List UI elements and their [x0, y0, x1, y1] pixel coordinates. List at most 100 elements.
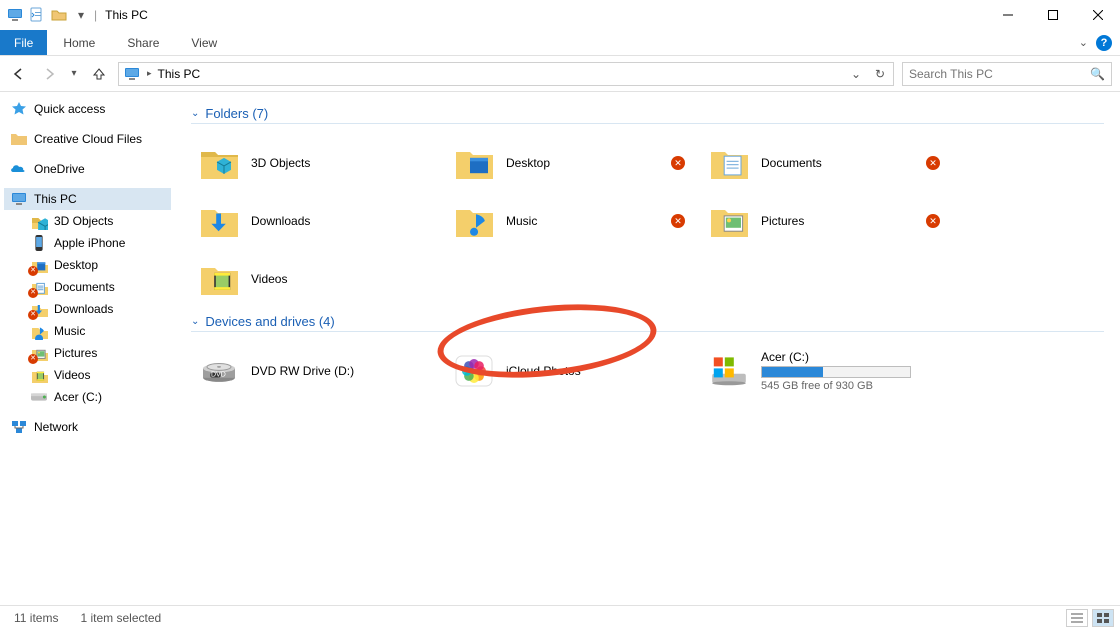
up-button[interactable] [88, 63, 110, 85]
photos-icon [452, 349, 496, 393]
sidebar-label: Network [34, 420, 78, 434]
search-box[interactable]: 🔍 [902, 62, 1112, 86]
navigation-row: ▾ ▸ This PC ⌄ ↻ 🔍 [0, 56, 1120, 92]
tile-label: Downloads [251, 214, 310, 228]
new-folder-icon[interactable] [50, 6, 68, 24]
properties-icon[interactable] [28, 6, 46, 24]
error-badge-icon: ✕ [926, 214, 940, 228]
large-icons-view-button[interactable] [1092, 609, 1114, 627]
main-area: Quick access Creative Cloud Files OneDri… [0, 92, 1120, 605]
tile-subtext: 545 GB free of 930 GB [761, 380, 911, 392]
search-input[interactable] [909, 67, 1090, 81]
sidebar-item-pictures[interactable]: ✕Pictures [4, 342, 171, 364]
back-button[interactable] [8, 63, 30, 85]
tile-label: Documents [761, 156, 822, 170]
file-tab[interactable]: File [0, 30, 47, 55]
device-tile-icloud-photos[interactable]: iCloud Photos [446, 342, 701, 400]
titlebar-divider: | [94, 8, 97, 22]
documents-icon [707, 141, 751, 185]
window-controls [985, 0, 1120, 30]
folder-tile-music[interactable]: Music ✕ [446, 192, 701, 250]
tile-label: Desktop [506, 156, 550, 170]
status-selected: 1 item selected [80, 611, 161, 625]
error-badge-icon: ✕ [926, 156, 940, 170]
close-button[interactable] [1075, 0, 1120, 30]
tile-label: Acer (C:) [761, 350, 911, 364]
sidebar-item-creative-cloud[interactable]: Creative Cloud Files [4, 128, 171, 150]
folder-tile-videos[interactable]: Videos [191, 250, 446, 308]
tab-view[interactable]: View [175, 30, 233, 55]
group-title: Folders (7) [205, 106, 268, 121]
desktop-icon [452, 141, 496, 185]
sidebar-item-onedrive[interactable]: OneDrive [4, 158, 171, 180]
ribbon-collapse-icon[interactable]: ⌄ [1079, 36, 1088, 49]
videos-icon [197, 257, 241, 301]
device-tile-acer-c-[interactable]: Acer (C:) 545 GB free of 930 GB [701, 342, 956, 400]
group-header-folders[interactable]: ⌄ Folders (7) [191, 106, 1104, 124]
sidebar-item-quick-access[interactable]: Quick access [4, 98, 171, 120]
address-bar[interactable]: ▸ This PC ⌄ ↻ [118, 62, 894, 86]
sidebar-item-music[interactable]: Music [4, 320, 171, 342]
folder-icon [10, 130, 28, 148]
music-icon [30, 322, 48, 340]
tile-label: iCloud Photos [506, 364, 581, 378]
sidebar-item-3d-objects[interactable]: 3D Objects [4, 210, 171, 232]
star-icon [10, 100, 28, 118]
group-header-devices[interactable]: ⌄ Devices and drives (4) [191, 314, 1104, 332]
recent-locations-button[interactable]: ▾ [68, 63, 80, 85]
tile-label: Music [506, 214, 537, 228]
address-chevron-icon[interactable]: ▸ [147, 68, 152, 79]
error-badge-icon: ✕ [671, 214, 685, 228]
onedrive-icon [10, 160, 28, 178]
quick-access-toolbar: ▾ | This PC [0, 6, 148, 24]
group-title: Devices and drives (4) [205, 314, 334, 329]
address-path: This PC [158, 67, 841, 81]
folder-tile-downloads[interactable]: Downloads [191, 192, 446, 250]
folder-tile-3d-objects[interactable]: 3D Objects [191, 134, 446, 192]
details-view-button[interactable] [1066, 609, 1088, 627]
chevron-down-icon: ⌄ [191, 316, 199, 327]
folder-tile-pictures[interactable]: Pictures✕ [701, 192, 956, 250]
minimize-button[interactable] [985, 0, 1030, 30]
tile-label: Videos [251, 272, 287, 286]
thispc-icon [6, 6, 24, 24]
sidebar-label: Downloads [54, 302, 113, 316]
3d-icon [30, 212, 48, 230]
help-icon[interactable]: ? [1096, 35, 1112, 51]
sidebar-label: Apple iPhone [54, 236, 125, 250]
drive-capacity-bar [761, 366, 911, 378]
sidebar-item-apple-iphone[interactable]: Apple iPhone [4, 232, 171, 254]
sidebar-item-downloads[interactable]: ✕ Downloads [4, 298, 171, 320]
tab-share[interactable]: Share [111, 30, 175, 55]
sidebar-item-network[interactable]: Network [4, 416, 171, 438]
sidebar-label: Quick access [34, 102, 105, 116]
winhdd-icon [707, 349, 751, 393]
tab-home[interactable]: Home [47, 30, 111, 55]
refresh-button[interactable]: ↻ [871, 67, 889, 81]
tile-label: 3D Objects [251, 156, 310, 170]
folder-tile-desktop[interactable]: Desktop✕ [446, 134, 701, 192]
chevron-down-icon[interactable]: ▾ [72, 6, 90, 24]
3d-icon [197, 141, 241, 185]
sidebar-label: Documents [54, 280, 115, 294]
dvd-icon: DVD [197, 349, 241, 393]
folder-tile-documents[interactable]: Documents ✕ [701, 134, 956, 192]
downloads-icon: ✕ [30, 300, 48, 318]
chevron-down-icon: ⌄ [191, 108, 199, 119]
documents-icon: ✕ [30, 278, 48, 296]
sidebar-item-desktop[interactable]: ✕Desktop [4, 254, 171, 276]
navigation-pane: Quick access Creative Cloud Files OneDri… [0, 92, 175, 605]
sidebar-item-this-pc[interactable]: This PC [4, 188, 171, 210]
address-dropdown-icon[interactable]: ⌄ [847, 67, 865, 81]
sidebar-label: Music [54, 324, 85, 338]
maximize-button[interactable] [1030, 0, 1075, 30]
sidebar-item-acer-c-[interactable]: Acer (C:) [4, 386, 171, 408]
device-tile-dvd-rw-drive-d-[interactable]: DVDDVD RW Drive (D:) [191, 342, 446, 400]
sidebar-item-documents[interactable]: ✕ Documents [4, 276, 171, 298]
forward-button[interactable] [38, 63, 60, 85]
desktop-icon: ✕ [30, 256, 48, 274]
search-icon[interactable]: 🔍 [1090, 67, 1105, 81]
sidebar-label: 3D Objects [54, 214, 113, 228]
pictures-icon: ✕ [30, 344, 48, 362]
sidebar-item-videos[interactable]: Videos [4, 364, 171, 386]
